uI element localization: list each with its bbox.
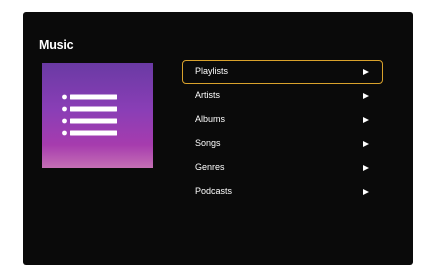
menu-item-playlists[interactable]: Playlists — [182, 60, 383, 84]
chevron-right-icon — [363, 93, 369, 99]
list-icon — [62, 94, 117, 136]
menu-item-label: Podcasts — [195, 186, 233, 196]
menu-item-label: Artists — [195, 90, 221, 100]
chevron-right-icon — [363, 189, 369, 195]
menu-item-albums[interactable]: Albums — [182, 108, 383, 132]
page-title: Music — [39, 38, 74, 52]
menu-item-artists[interactable]: Artists — [182, 84, 383, 108]
music-artwork — [42, 63, 153, 168]
music-screen: Music Playlists Artists Albums Songs Gen… — [23, 12, 413, 265]
menu-item-label: Genres — [195, 162, 225, 172]
menu-item-label: Songs — [195, 138, 221, 148]
chevron-right-icon — [363, 69, 369, 75]
menu-item-songs[interactable]: Songs — [182, 132, 383, 156]
menu-item-label: Playlists — [195, 66, 229, 76]
menu-item-genres[interactable]: Genres — [182, 156, 383, 180]
chevron-right-icon — [363, 117, 369, 123]
menu-item-label: Albums — [195, 114, 226, 124]
chevron-right-icon — [363, 165, 369, 171]
menu-item-podcasts[interactable]: Podcasts — [182, 180, 383, 204]
music-menu: Playlists Artists Albums Songs Genres Po… — [182, 60, 383, 204]
chevron-right-icon — [363, 141, 369, 147]
